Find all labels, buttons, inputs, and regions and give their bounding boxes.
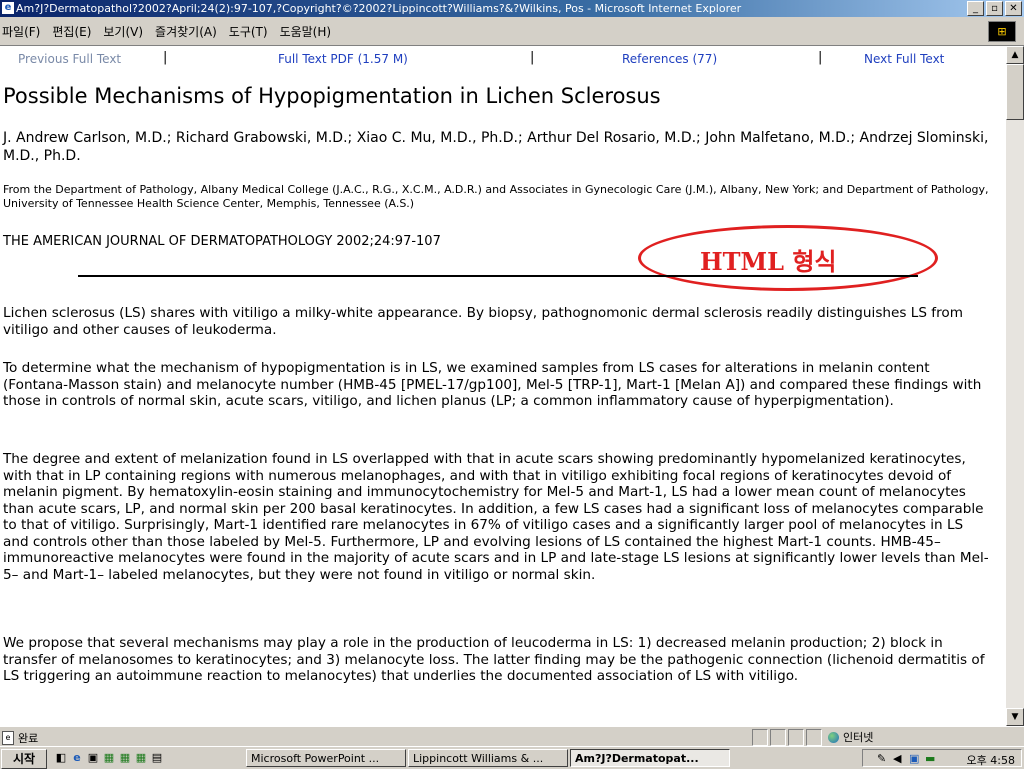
journal-citation: THE AMERICAN JOURNAL OF DERMATOPATHOLOGY… — [3, 234, 441, 249]
show-desktop-icon[interactable]: ◧ — [54, 751, 68, 765]
scroll-thumb[interactable] — [1006, 64, 1024, 120]
task-label: Microsoft PowerPoint ... — [251, 752, 380, 765]
status-panel — [752, 729, 768, 746]
ie-quicklaunch-icon[interactable]: e — [70, 751, 84, 765]
article-affiliation: From the Department of Pathology, Albany… — [3, 183, 989, 210]
folder-icon[interactable]: ▣ — [86, 751, 100, 765]
status-panel — [788, 729, 804, 746]
excel-icon[interactable]: ▦ — [102, 751, 116, 765]
abstract-paragraph: We propose that several mechanisms may p… — [3, 635, 985, 684]
page-content: Previous Full Text | Full Text PDF (1.57… — [0, 46, 1006, 726]
status-panel — [770, 729, 786, 746]
status-bar: e 완료 인터넷 — [0, 726, 1024, 747]
zone-label: 인터넷 — [843, 731, 874, 744]
scroll-down-arrow-icon[interactable]: ▼ — [1006, 708, 1024, 726]
abstract-paragraph: Lichen sclerosus (LS) shares with vitili… — [3, 305, 963, 338]
restore-button[interactable]: ▫ — [986, 1, 1003, 16]
annotation-label: HTML 형식 — [700, 247, 837, 276]
taskbar-lippincott[interactable]: Lippincott Williams & ... — [408, 749, 568, 767]
references-link[interactable]: References (77) — [622, 52, 717, 66]
security-zone: 인터넷 — [828, 729, 873, 745]
system-tray: ✎ ◀ ▣ ▬ 오후 4:58 — [862, 749, 1022, 767]
divider — [78, 275, 918, 277]
nav-separator: | — [163, 50, 168, 65]
menu-edit[interactable]: 편집(E) — [52, 23, 91, 40]
window-title: Am?J?Dermatopathol?2002?April;24(2):97-1… — [16, 2, 742, 15]
ie-icon: e — [2, 2, 14, 14]
menu-tools[interactable]: 도구(T) — [229, 23, 268, 40]
excel-icon[interactable]: ▦ — [118, 751, 132, 765]
nav-separator: | — [818, 50, 823, 65]
task-label: Lippincott Williams & ... — [413, 752, 544, 765]
taskbar-active-window[interactable]: Am?J?Dermatopat... — [570, 749, 730, 767]
scroll-up-arrow-icon[interactable]: ▲ — [1006, 46, 1024, 64]
start-label: 시작 — [12, 752, 36, 766]
globe-icon — [828, 731, 839, 743]
volume-icon[interactable]: ◀ — [893, 752, 901, 765]
article-nav: Previous Full Text | Full Text PDF (1.57… — [0, 46, 1006, 72]
windows-logo-icon: ⊞ — [988, 21, 1016, 42]
ime-icon[interactable]: ▬ — [925, 752, 935, 765]
app-icon[interactable]: ▤ — [150, 751, 164, 765]
article-title: Possible Mechanisms of Hypopigmentation … — [3, 84, 661, 108]
menu-favorites[interactable]: 즐겨찾기(A) — [155, 23, 217, 40]
status-panel — [806, 729, 822, 746]
menu-help[interactable]: 도움말(H) — [280, 23, 332, 40]
close-button[interactable]: ✕ — [1005, 1, 1022, 16]
full-text-pdf-link[interactable]: Full Text PDF (1.57 M) — [278, 52, 408, 66]
taskbar-powerpoint[interactable]: Microsoft PowerPoint ... — [246, 749, 406, 767]
start-button[interactable]: 시작 — [1, 749, 47, 769]
clock: 오후 4:58 — [966, 754, 1015, 767]
title-bar: e Am?J?Dermatopathol?2002?April;24(2):97… — [0, 0, 1024, 17]
status-text: 완료 — [18, 732, 39, 745]
vertical-scrollbar[interactable]: ▲ ▼ — [1006, 46, 1024, 726]
previous-full-text-link[interactable]: Previous Full Text — [18, 52, 121, 66]
minimize-button[interactable]: _ — [967, 1, 984, 16]
page-icon: e — [2, 731, 14, 745]
pen-icon[interactable]: ✎ — [877, 752, 886, 765]
abstract-paragraph: To determine what the mechanism of hypop… — [3, 360, 982, 409]
menu-bar: 파일(F) 편집(E) 보기(V) 즐겨찾기(A) 도구(T) 도움말(H) ⊞ — [0, 17, 1024, 46]
abstract-paragraph: The degree and extent of melanization fo… — [3, 451, 989, 583]
network-icon[interactable]: ▣ — [909, 752, 919, 765]
article-authors: J. Andrew Carlson, M.D.; Richard Grabows… — [3, 130, 989, 164]
taskbar: 시작 ◧ e ▣ ▦ ▦ ▦ ▤ Microsoft PowerPoint ..… — [0, 746, 1024, 769]
nav-separator: | — [530, 50, 535, 65]
task-label: Am?J?Dermatopat... — [575, 752, 699, 765]
menu-view[interactable]: 보기(V) — [103, 23, 143, 40]
next-full-text-link[interactable]: Next Full Text — [864, 52, 944, 66]
menu-file[interactable]: 파일(F) — [2, 23, 40, 40]
excel-icon[interactable]: ▦ — [134, 751, 148, 765]
